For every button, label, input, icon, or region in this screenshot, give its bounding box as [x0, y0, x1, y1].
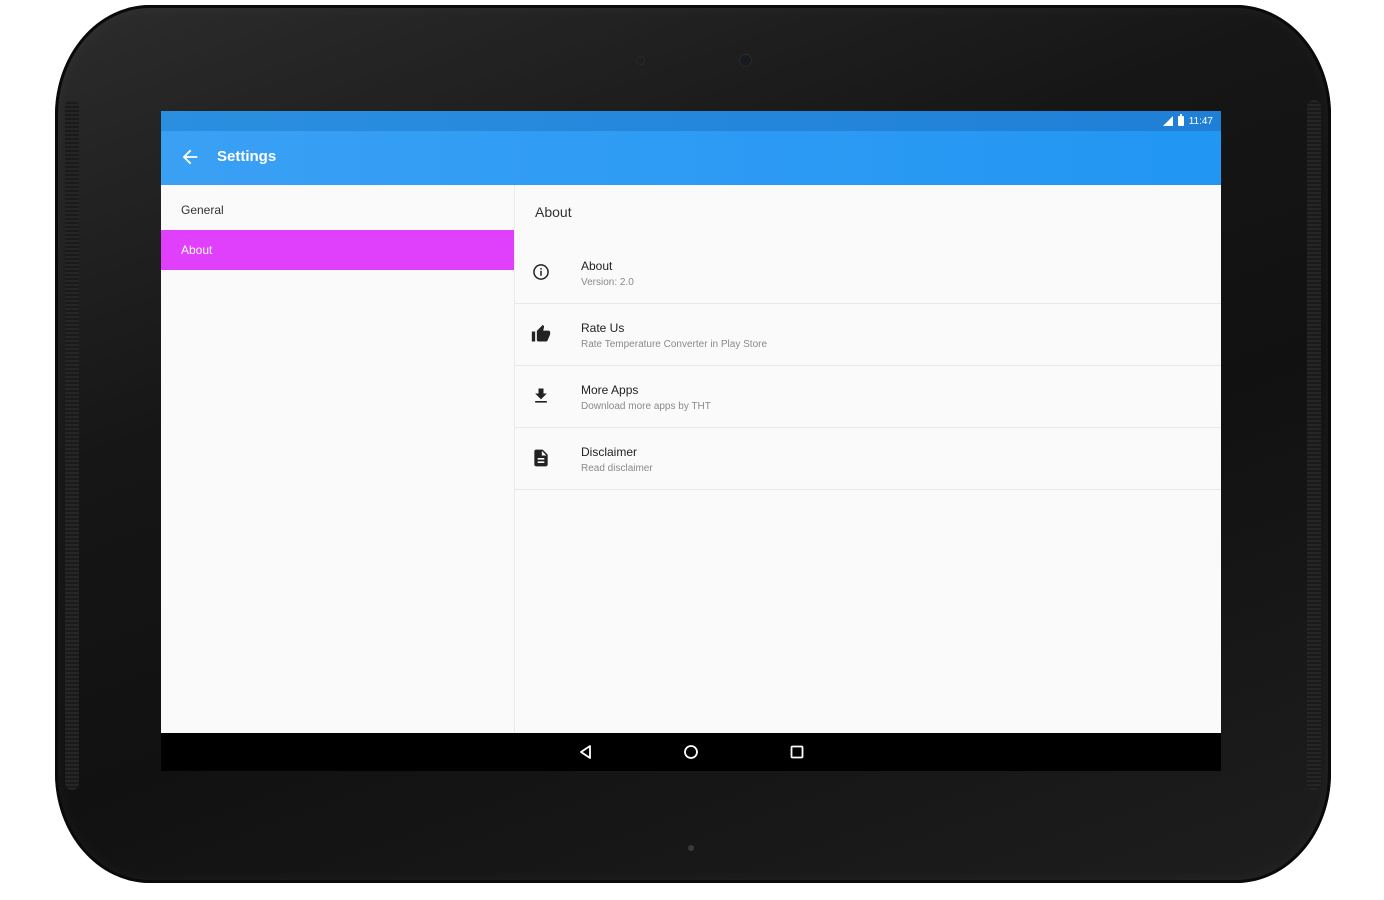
speaker-grille-right — [1307, 100, 1321, 790]
system-navigation-bar — [161, 733, 1221, 771]
preference-rate-us[interactable]: Rate Us Rate Temperature Converter in Pl… — [515, 304, 1221, 366]
battery-icon — [1177, 114, 1184, 126]
thumb-up-icon — [531, 324, 551, 342]
preference-title: Disclaimer — [581, 445, 638, 459]
document-icon — [534, 449, 548, 467]
sensor-dot — [637, 57, 644, 64]
arrow-back-icon[interactable] — [179, 146, 201, 168]
page-title: Settings — [217, 148, 277, 165]
preference-title: Rate Us — [581, 321, 625, 335]
home-icon[interactable] — [682, 743, 700, 761]
preference-list: About Version: 2.0 Rate Us Rate Temperat… — [515, 242, 1221, 490]
info-icon — [533, 264, 549, 280]
front-camera — [740, 55, 751, 66]
recents-icon[interactable] — [788, 743, 806, 761]
preference-summary: Read disclaimer — [581, 463, 653, 474]
headers-pane: General About — [161, 185, 515, 771]
preference-more-apps[interactable]: More Apps Download more apps by THT — [515, 366, 1221, 428]
section-title: About — [535, 204, 572, 220]
preference-summary: Rate Temperature Converter in Play Store — [581, 339, 768, 350]
preference-title: About — [581, 259, 613, 273]
header-item-general[interactable]: General — [161, 190, 514, 230]
signal-icon — [1162, 116, 1173, 126]
preference-disclaimer[interactable]: Disclaimer Read disclaimer — [515, 428, 1221, 490]
detail-pane: About About Version: 2.0 Rate Us Rate Te… — [515, 185, 1221, 771]
preference-summary: Version: 2.0 — [581, 277, 634, 288]
screen: 11:47 Settings General About About About… — [161, 111, 1221, 771]
back-icon[interactable] — [577, 743, 595, 761]
app-bar: Settings — [161, 131, 1221, 185]
bezel-dot — [688, 845, 694, 851]
download-icon — [535, 388, 547, 403]
speaker-grille-left — [65, 100, 79, 790]
preference-summary: Download more apps by THT — [581, 401, 711, 412]
preference-about[interactable]: About Version: 2.0 — [515, 242, 1221, 304]
header-item-about[interactable]: About — [161, 230, 514, 270]
preference-title: More Apps — [581, 383, 639, 397]
status-time: 11:47 — [1188, 115, 1213, 127]
status-bar: 11:47 — [161, 111, 1221, 131]
